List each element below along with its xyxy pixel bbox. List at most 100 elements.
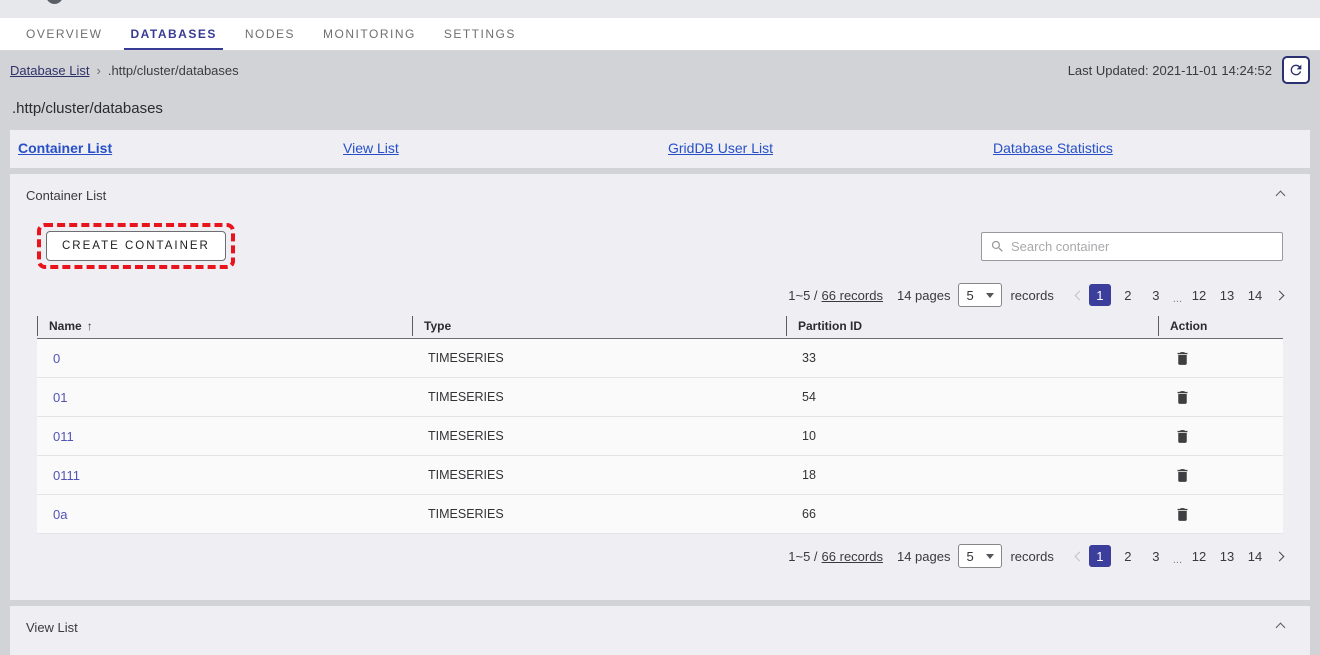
last-updated-label: Last Updated: 2021-11-01 14:24:52	[1068, 63, 1272, 78]
quick-links-bar: Container List View List GridDB User Lis…	[10, 130, 1310, 168]
container-type: TIMESERIES	[412, 351, 786, 365]
delete-container-button[interactable]	[1174, 506, 1191, 523]
view-list-panel-title: View List	[26, 620, 78, 635]
page-number-2[interactable]: 2	[1117, 545, 1139, 567]
create-container-button[interactable]: CREATE CONTAINER	[46, 231, 226, 261]
delete-container-button[interactable]	[1174, 389, 1191, 406]
page-number-1[interactable]: 1	[1089, 545, 1111, 567]
refresh-button[interactable]	[1282, 56, 1310, 84]
link-griddb-user-list[interactable]: GridDB User List	[668, 140, 773, 156]
page-ellipsis: ...	[1173, 293, 1182, 307]
search-input[interactable]	[1011, 239, 1274, 254]
container-toolbar: CREATE CONTAINER	[10, 223, 1310, 287]
link-database-statistics[interactable]: Database Statistics	[993, 140, 1113, 156]
prev-page-button[interactable]	[1076, 292, 1083, 299]
collapse-chevron-icon[interactable]	[1276, 623, 1286, 633]
page-number-14[interactable]: 14	[1244, 545, 1266, 567]
main-navigation: OVERVIEW DATABASES NODES MONITORING SETT…	[0, 18, 1320, 51]
records-count-link[interactable]: 66 records	[822, 288, 883, 303]
caret-down-icon	[986, 554, 994, 559]
page-size-value: 5	[966, 288, 973, 303]
container-type: TIMESERIES	[412, 468, 786, 482]
page-number-13[interactable]: 13	[1216, 545, 1238, 567]
refresh-icon	[1288, 62, 1304, 78]
container-list-panel: Container List CREATE CONTAINER 1~5 / 66…	[10, 174, 1310, 600]
collapse-chevron-icon[interactable]	[1276, 191, 1286, 201]
breadcrumb: Database List › .http/cluster/databases	[10, 63, 239, 78]
column-header-type[interactable]: Type	[412, 316, 786, 336]
create-container-annotation: CREATE CONTAINER	[37, 223, 235, 269]
search-icon	[990, 239, 1005, 254]
partition-id: 66	[786, 507, 1158, 521]
page-number-3[interactable]: 3	[1145, 545, 1167, 567]
trash-icon	[1174, 467, 1191, 484]
container-type: TIMESERIES	[412, 390, 786, 404]
container-name-link[interactable]: 011	[53, 429, 74, 444]
link-view-list[interactable]: View List	[343, 140, 399, 156]
table-row: 0a TIMESERIES 66	[37, 495, 1283, 534]
container-type: TIMESERIES	[412, 429, 786, 443]
column-header-name[interactable]: Name ↑	[37, 316, 412, 336]
container-name-link[interactable]: 0	[53, 351, 60, 366]
container-list-panel-title: Container List	[26, 188, 106, 203]
page-number-13[interactable]: 13	[1216, 284, 1238, 306]
trash-icon	[1174, 350, 1191, 367]
next-page-button[interactable]	[1276, 292, 1283, 299]
partition-id: 18	[786, 468, 1158, 482]
trash-icon	[1174, 506, 1191, 523]
delete-container-button[interactable]	[1174, 350, 1191, 367]
tab-nodes[interactable]: NODES	[231, 18, 309, 50]
page-number-1[interactable]: 1	[1089, 284, 1111, 306]
partition-id: 10	[786, 429, 1158, 443]
page-number-14[interactable]: 14	[1244, 284, 1266, 306]
pagination-bottom: 1~5 / 66 records 14 pages 5 records 1 2 …	[10, 544, 1310, 600]
tab-databases[interactable]: DATABASES	[116, 18, 230, 50]
pages-count-label: 14 pages	[897, 549, 951, 564]
column-header-name-label: Name	[49, 319, 82, 333]
column-header-partition-id[interactable]: Partition ID	[786, 316, 1158, 336]
column-header-action: Action	[1158, 316, 1283, 336]
breadcrumb-database-list-link[interactable]: Database List	[10, 63, 90, 78]
record-range-label: 1~5 /	[788, 288, 817, 303]
app-logo	[46, 0, 63, 4]
pages-count-label: 14 pages	[897, 288, 951, 303]
caret-down-icon	[986, 293, 994, 298]
breadcrumb-current: .http/cluster/databases	[108, 63, 239, 78]
view-list-panel-header: View List	[10, 606, 1310, 641]
tab-monitoring[interactable]: MONITORING	[309, 18, 430, 50]
sort-ascending-icon: ↑	[87, 319, 93, 333]
table-row: 011 TIMESERIES 10	[37, 417, 1283, 456]
link-container-list[interactable]: Container List	[18, 140, 112, 156]
next-page-button[interactable]	[1276, 553, 1283, 560]
records-count-link[interactable]: 66 records	[822, 549, 883, 564]
container-name-link[interactable]: 0a	[53, 507, 67, 522]
page-number-3[interactable]: 3	[1145, 284, 1167, 306]
prev-page-button[interactable]	[1076, 553, 1083, 560]
container-table: Name ↑ Type Partition ID Action 0 TIMESE…	[37, 313, 1283, 534]
trash-icon	[1174, 389, 1191, 406]
main-content: Database List › .http/cluster/databases …	[0, 51, 1320, 655]
tab-overview[interactable]: OVERVIEW	[12, 18, 116, 50]
page-number-12[interactable]: 12	[1188, 545, 1210, 567]
app-window: OVERVIEW DATABASES NODES MONITORING SETT…	[0, 0, 1320, 655]
page-size-value: 5	[966, 549, 973, 564]
page-size-select[interactable]: 5	[958, 544, 1002, 568]
container-type: TIMESERIES	[412, 507, 786, 521]
delete-container-button[interactable]	[1174, 467, 1191, 484]
page-number-12[interactable]: 12	[1188, 284, 1210, 306]
page-ellipsis: ...	[1173, 554, 1182, 568]
container-name-link[interactable]: 0111	[53, 468, 80, 483]
delete-container-button[interactable]	[1174, 428, 1191, 445]
table-row: 01 TIMESERIES 54	[37, 378, 1283, 417]
breadcrumb-separator-icon: ›	[97, 63, 101, 78]
partition-id: 54	[786, 390, 1158, 404]
trash-icon	[1174, 428, 1191, 445]
container-name-link[interactable]: 01	[53, 390, 67, 405]
container-search-box	[981, 232, 1283, 261]
record-range-label: 1~5 /	[788, 549, 817, 564]
tab-settings[interactable]: SETTINGS	[430, 18, 530, 50]
container-list-panel-header: Container List	[10, 174, 1310, 209]
records-label: records	[1010, 288, 1053, 303]
page-number-2[interactable]: 2	[1117, 284, 1139, 306]
records-label: records	[1010, 549, 1053, 564]
